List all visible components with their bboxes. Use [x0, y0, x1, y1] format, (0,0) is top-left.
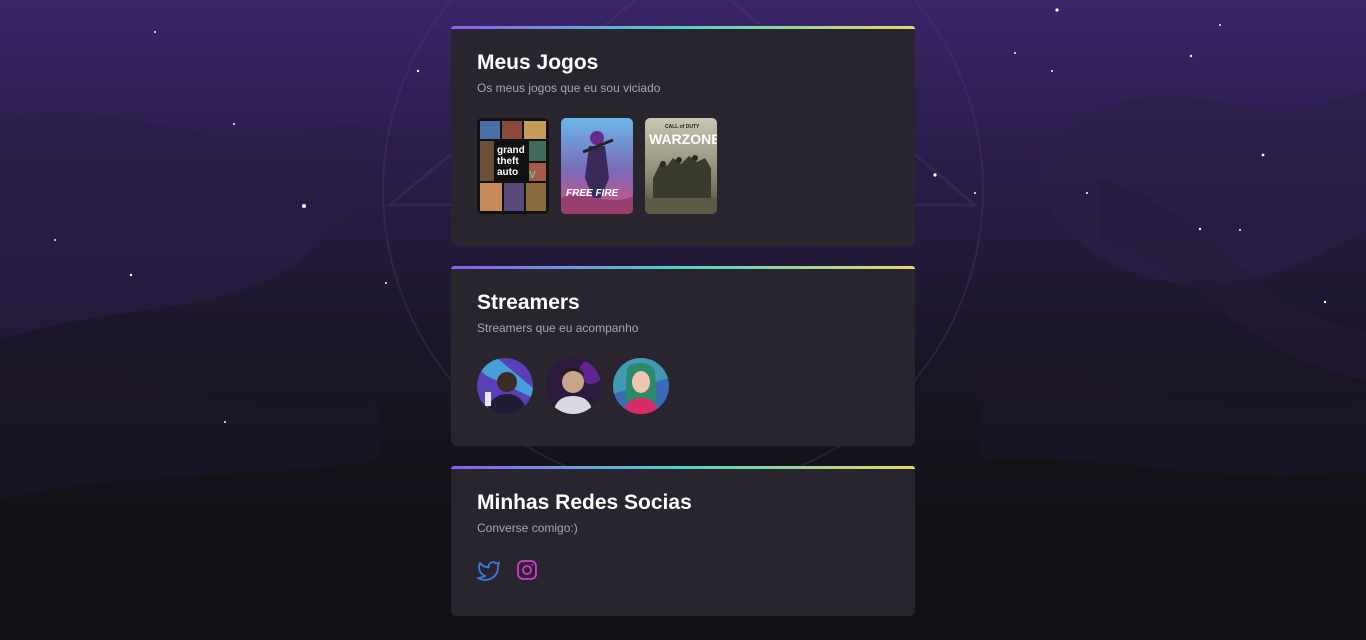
streamers-title: Streamers	[477, 291, 580, 314]
games-title: Meus Jogos	[477, 51, 599, 74]
game-cover-gta[interactable]: grand theft auto V	[477, 118, 549, 214]
streamers-subtitle: Streamers que eu acompanho	[477, 321, 639, 335]
streamer-avatar-1[interactable]	[477, 358, 533, 414]
socials-list	[477, 558, 889, 582]
twitter-icon[interactable]	[477, 558, 501, 582]
gta-line-3: auto	[497, 167, 518, 178]
streamers-card: Streamers Streamers que eu acompanho	[451, 266, 915, 446]
streamer-avatar-3[interactable]	[613, 358, 669, 414]
game-cover-freefire[interactable]: FREE FIRE	[561, 118, 633, 214]
games-card: Meus Jogos Os meus jogos que eu sou vici…	[451, 26, 915, 246]
instagram-icon[interactable]	[515, 558, 539, 582]
svg-text:V: V	[529, 170, 536, 181]
games-subtitle: Os meus jogos que eu sou viciado	[477, 81, 661, 95]
streamers-list	[477, 358, 889, 414]
gta-line-1: grand	[497, 145, 525, 156]
socials-title: Minhas Redes Socias	[477, 491, 692, 514]
game-cover-warzone[interactable]: CALL of DUTY WARZONE	[645, 118, 717, 214]
content-column: Meus Jogos Os meus jogos que eu sou vici…	[451, 26, 915, 616]
warzone-logo-text: WARZONE	[649, 131, 717, 147]
socials-card: Minhas Redes Socias Converse comigo:)	[451, 466, 915, 616]
games-list: grand theft auto V FREE FIRE CALL of DUT…	[477, 118, 889, 214]
socials-subtitle: Converse comigo:)	[477, 521, 578, 535]
gta-line-2: theft	[497, 156, 519, 167]
freefire-logo-text: FREE FIRE	[566, 188, 619, 199]
warzone-small-text: CALL of DUTY	[665, 124, 700, 130]
streamer-avatar-2[interactable]	[545, 358, 601, 414]
